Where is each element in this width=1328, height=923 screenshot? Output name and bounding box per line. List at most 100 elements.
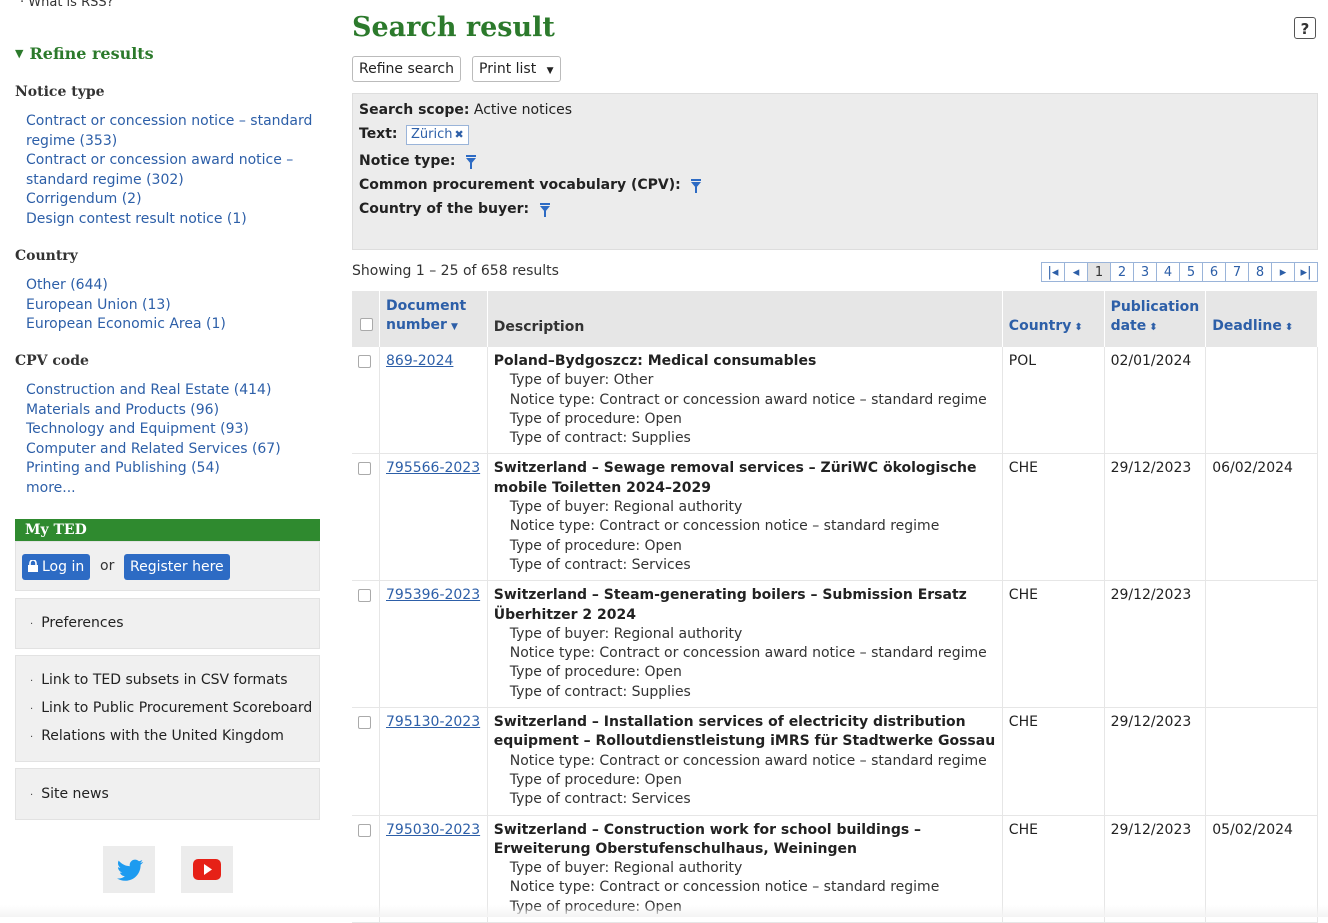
rss-link[interactable]: · What is RSS? [20, 0, 114, 10]
register-button[interactable]: Register here [124, 554, 230, 580]
header-country[interactable]: Country ⬍ [1002, 291, 1105, 347]
description-detail: Type of contract: Supplies [509, 430, 691, 447]
country-cell: CHE [1002, 580, 1105, 709]
or-text: or [100, 558, 115, 574]
facet-item[interactable]: Design contest result notice (1) [26, 210, 316, 230]
table-row: 869-2024 Poland–Bydgoszcz: Medical consum… [352, 347, 1318, 455]
page-link[interactable]: 1 [1087, 262, 1111, 282]
description-detail: Type of procedure: Open [509, 664, 682, 681]
facet-item[interactable]: Contract or concession award notice – st… [26, 151, 316, 190]
bottom-edge [0, 905, 1328, 917]
header-document-number[interactable]: Document number ▼ [379, 291, 488, 347]
facet-item[interactable]: Technology and Equipment (93) [26, 420, 316, 440]
facet-item[interactable]: Printing and Publishing (54) [26, 459, 316, 479]
twitter-icon [116, 859, 144, 881]
filter-icon[interactable] [465, 155, 476, 169]
sidebar: · What is RSS? ▼ Refine results Notice ty… [0, 0, 330, 917]
description-detail: Type of buyer: Regional authority [509, 860, 743, 877]
deadline-cell [1205, 707, 1318, 816]
sort-desc-icon: ▼ [450, 322, 458, 332]
facet-item[interactable]: Construction and Real Estate (414) [26, 381, 316, 401]
row-checkbox[interactable] [358, 823, 371, 837]
description-detail: Type of buyer: Other [509, 372, 654, 389]
select-all-checkbox[interactable] [360, 318, 373, 331]
search-scope-panel: Search scope: Active notices Text: Züric… [352, 93, 1318, 250]
text-filter-tag[interactable]: Zürich ✖ [405, 125, 469, 145]
login-button[interactable]: Log in [22, 554, 91, 580]
facet-more-link[interactable]: more... [26, 479, 316, 499]
filter-icon[interactable] [691, 179, 702, 193]
description-title: Switzerland – Steam-generating boilers –… [493, 587, 967, 623]
csv-subsets-link[interactable]: · Link to TED subsets in CSV formats [30, 672, 288, 688]
refine-search-button[interactable]: Refine search [352, 56, 461, 82]
page-link[interactable]: 8 [1248, 262, 1272, 282]
row-checkbox[interactable] [358, 589, 371, 603]
preferences-link[interactable]: · Preferences [30, 615, 124, 631]
remove-icon[interactable]: ✖ [454, 128, 463, 141]
facet-item[interactable]: Computer and Related Services (67) [26, 440, 316, 460]
page-link[interactable]: 6 [1202, 262, 1226, 282]
deadline-cell [1205, 580, 1318, 709]
search-scope-value: Active notices [473, 102, 573, 118]
print-list-dropdown[interactable]: Print list ▼ [472, 56, 561, 82]
facet-item[interactable]: European Union (13) [26, 296, 316, 316]
twitter-button[interactable] [103, 846, 155, 893]
header-publication-date[interactable]: Publication date ⬍ [1104, 291, 1207, 347]
header-deadline[interactable]: Deadline ⬍ [1205, 291, 1318, 347]
caret-down-icon: ▼ [546, 66, 554, 76]
facet-item[interactable]: Contract or concession notice – standard… [26, 112, 316, 151]
facet-item[interactable]: Materials and Products (96) [26, 401, 316, 421]
country-cell: CHE [1002, 707, 1105, 816]
row-checkbox[interactable] [358, 716, 371, 730]
document-number-link[interactable]: 795566-2023 [386, 460, 480, 476]
help-button[interactable]: ? [1294, 17, 1316, 39]
refine-results-toggle[interactable]: ▼ Refine results [15, 44, 154, 63]
document-number-link[interactable]: 869-2024 [386, 353, 453, 369]
description-title: Switzerland – Construction work for scho… [493, 821, 922, 857]
country-cell: CHE [1002, 453, 1105, 582]
site-news-link[interactable]: · Site news [30, 786, 109, 802]
facet-item[interactable]: Other (644) [26, 276, 316, 296]
first-page-icon[interactable]: |◂ [1041, 262, 1065, 282]
prev-page-icon[interactable]: ◂ [1064, 262, 1088, 282]
document-number-link[interactable]: 795396-2023 [386, 587, 480, 603]
deadline-cell [1205, 347, 1318, 455]
filter-icon[interactable] [539, 203, 550, 217]
country-cell: POL [1002, 347, 1105, 455]
text-filter-row: Text: Zürich ✖ [359, 125, 469, 145]
myted-title: My TED [15, 519, 320, 541]
facet-item[interactable]: European Economic Area (1) [26, 315, 316, 335]
youtube-button[interactable] [181, 846, 233, 893]
site-news-box: · Site news [15, 768, 320, 820]
header-description: Description [487, 291, 1003, 347]
row-checkbox[interactable] [358, 462, 371, 476]
description-detail: Notice type: Contract or concession awar… [509, 391, 987, 408]
login-box: Log in or Register here [15, 541, 320, 591]
last-page-icon[interactable]: ▸| [1294, 262, 1318, 282]
description-detail: Type of buyer: Regional authority [509, 499, 743, 516]
refine-results-title: Refine results [29, 44, 154, 63]
document-number-link[interactable]: 795130-2023 [386, 714, 480, 730]
publication-date-cell: 29/12/2023 [1104, 707, 1207, 816]
page-link[interactable]: 3 [1133, 262, 1157, 282]
facet-heading-notice-type: Notice type [15, 84, 105, 100]
next-page-icon[interactable]: ▸ [1271, 262, 1295, 282]
document-number-cell: 869-2024 [379, 347, 488, 455]
page-link[interactable]: 5 [1179, 262, 1203, 282]
page-link[interactable]: 7 [1225, 262, 1249, 282]
search-scope-label: Search scope: [359, 102, 470, 118]
scoreboard-link[interactable]: · Link to Public Procurement Scoreboard [30, 700, 312, 716]
facet-item[interactable]: Corrigendum (2) [26, 190, 316, 210]
row-checkbox[interactable] [358, 355, 371, 368]
description-detail: Notice type: Contract or concession awar… [509, 752, 987, 769]
description-cell: Switzerland – Sewage removal services – … [487, 453, 1003, 582]
table-row: 795396-2023 Switzerland – Steam-generatin… [352, 580, 1318, 709]
page-link[interactable]: 4 [1156, 262, 1180, 282]
uk-relations-link[interactable]: · Relations with the United Kingdom [30, 728, 284, 744]
main-content: Search result ? Refine search Print list… [352, 0, 1318, 923]
page-link[interactable]: 2 [1110, 262, 1134, 282]
document-number-link[interactable]: 795030-2023 [386, 822, 480, 838]
text-filter-label: Text: [359, 126, 398, 142]
sort-icon: ⬍ [1149, 322, 1158, 333]
description-title: Poland–Bydgoszcz: Medical consumables [493, 353, 817, 369]
